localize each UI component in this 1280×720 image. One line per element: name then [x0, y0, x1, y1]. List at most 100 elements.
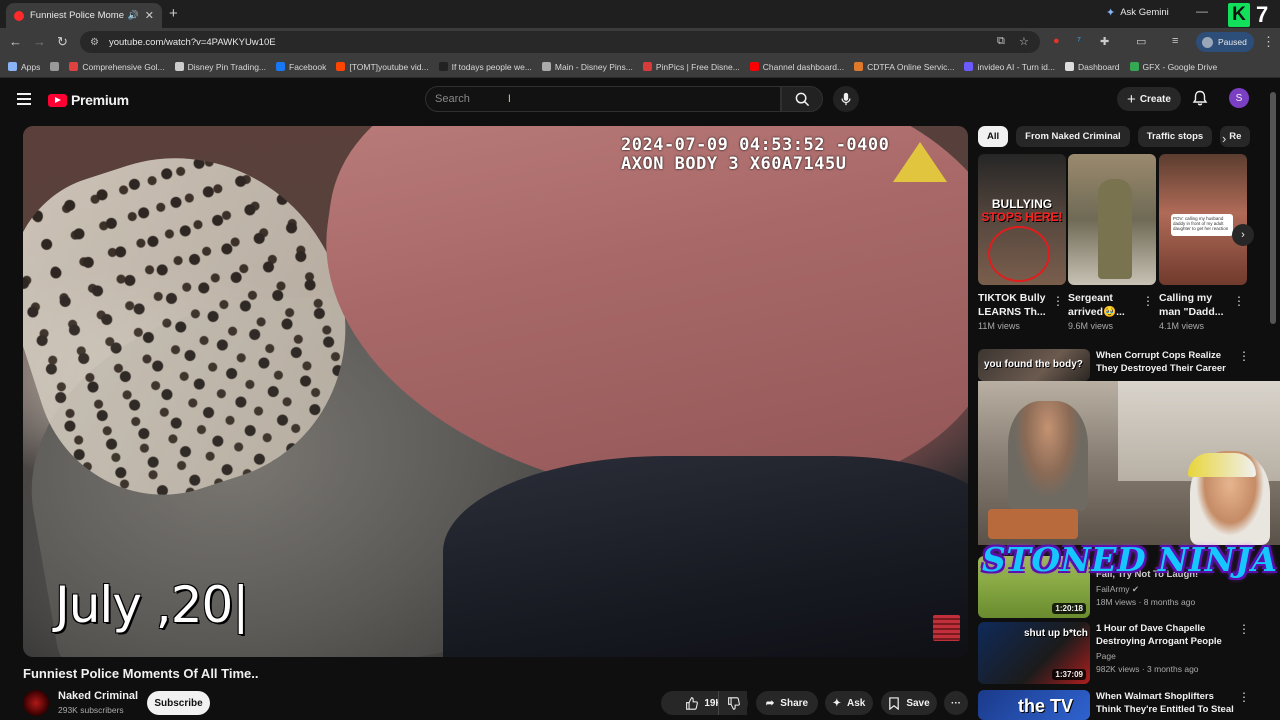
- bookmark-item[interactable]: CDTFA Online Servic...: [854, 62, 954, 72]
- bookmark-item[interactable]: Channel dashboard...: [749, 62, 844, 72]
- short-title[interactable]: Calling my man "Dadd...: [1159, 291, 1234, 319]
- short-menu-icon[interactable]: ⋮: [1052, 294, 1064, 308]
- short-title[interactable]: TIKTOK Bully LEARNS Th...: [978, 291, 1053, 319]
- rec-thumbnail[interactable]: the TV: [978, 690, 1090, 720]
- split-view-icon[interactable]: ▭: [1136, 35, 1146, 48]
- browser-tab-active[interactable]: Funniest Police Moments O 🔊 ✕: [6, 3, 162, 28]
- short-menu-icon[interactable]: ⋮: [1142, 294, 1154, 308]
- bookmark-label: If todays people we...: [451, 61, 532, 72]
- address-bar[interactable]: ⚙ youtube.com/watch?v=4PAWKYUw10E: [80, 31, 1040, 53]
- k7-logo: K 7: [1228, 2, 1280, 28]
- extensions-puzzle-icon[interactable]: ✚: [1100, 35, 1109, 48]
- subscribe-button[interactable]: Subscribe: [147, 691, 210, 715]
- media-control-icon[interactable]: ≡: [1172, 35, 1178, 47]
- install-app-icon[interactable]: ⧉: [997, 35, 1005, 48]
- rec-menu-icon[interactable]: ⋮: [1238, 622, 1250, 636]
- short-thumbnail[interactable]: BULLYING STOPS HERE!: [978, 154, 1066, 285]
- short-thumbnail[interactable]: POV: calling my husband daddy in front o…: [1159, 154, 1247, 285]
- chips-next-chevron-icon[interactable]: ›: [1222, 131, 1226, 146]
- speaker-icon[interactable]: 🔊: [128, 10, 139, 21]
- plus-icon: +: [1127, 90, 1136, 108]
- extension-blue-icon[interactable]: ⁷: [1077, 35, 1081, 47]
- short-title[interactable]: Sergeant arrived🥹...: [1068, 291, 1143, 319]
- rec-menu-icon[interactable]: ⋮: [1238, 349, 1250, 363]
- ask-gemini-button[interactable]: ✦ Ask Gemini: [1106, 6, 1169, 19]
- reload-icon[interactable]: ↻: [57, 34, 68, 50]
- bookmark-item[interactable]: [50, 62, 60, 71]
- bookmark-label: Disney Pin Trading...: [187, 61, 267, 72]
- site-info-icon[interactable]: ⚙: [90, 37, 99, 48]
- bookmark-favicon-icon: [174, 62, 184, 71]
- bookmark-item[interactable]: GFX - Google Drive: [1129, 61, 1218, 72]
- bookmark-item[interactable]: [TOMT]youtube vid...: [336, 62, 429, 72]
- recommendation-item[interactable]: shut up b*tch 1:37:09 1 Hour of Dave Cha…: [978, 622, 1268, 684]
- save-button[interactable]: Save: [881, 691, 937, 715]
- stoned-ninja-overlay-text: STONED NINJA: [982, 540, 1278, 579]
- short-item[interactable]: BULLYING STOPS HERE! TIKTOK Bully LEARNS…: [978, 154, 1066, 331]
- account-avatar[interactable]: S: [1229, 88, 1249, 108]
- more-actions-button[interactable]: ···: [944, 691, 968, 715]
- video-title: Funniest Police Moments Of All Time..: [23, 666, 259, 681]
- k7-logo-k: K: [1228, 3, 1250, 27]
- rec-title[interactable]: When Walmart Shoplifters Think They're E…: [1096, 690, 1236, 716]
- dislike-button[interactable]: [718, 691, 748, 715]
- rec-thumb-text: the TV: [1018, 696, 1074, 716]
- channel-name[interactable]: Naked Criminal: [58, 690, 138, 702]
- bookmark-item[interactable]: Comprehensive Gol...: [69, 62, 165, 72]
- short-item[interactable]: Sergeant arrived🥹... 9.6M views ⋮: [1068, 154, 1156, 331]
- bookmark-favicon-icon: [854, 62, 864, 71]
- rec-thumbnail[interactable]: you found the body?: [978, 349, 1090, 381]
- recommendation-item[interactable]: the TV When Walmart Shoplifters Think Th…: [978, 690, 1268, 720]
- filter-chip[interactable]: From Naked Criminal: [1016, 126, 1130, 147]
- voice-search-button[interactable]: [833, 86, 859, 112]
- rec-title[interactable]: When Corrupt Cops Realize They Destroyed…: [1096, 349, 1236, 375]
- rec-channel[interactable]: FailArmy ✔: [1096, 584, 1139, 595]
- profile-paused-button[interactable]: Paused: [1196, 32, 1254, 52]
- search-input[interactable]: Search I: [425, 86, 781, 112]
- new-tab-button[interactable]: +: [169, 5, 178, 22]
- hamburger-menu-icon[interactable]: [17, 93, 31, 105]
- short-thumb-note: POV: calling my husband daddy in front o…: [1171, 214, 1233, 236]
- browser-menu-icon[interactable]: ⋮: [1262, 34, 1275, 50]
- filter-chip[interactable]: All: [978, 126, 1009, 147]
- bookmark-item[interactable]: Dashboard: [1064, 62, 1120, 72]
- forward-arrow-icon[interactable]: →: [33, 34, 46, 49]
- video-player[interactable]: 2024-07-09 04:53:52 -0400 AXON BODY 3 X6…: [23, 126, 968, 657]
- filter-chip[interactable]: Traffic stops: [1137, 126, 1213, 147]
- channel-avatar[interactable]: [23, 690, 49, 716]
- recommendation-item[interactable]: you found the body? When Corrupt Cops Re…: [978, 349, 1268, 381]
- extension-red-icon[interactable]: ●: [1053, 35, 1060, 47]
- rec-menu-icon[interactable]: ⋮: [1238, 690, 1250, 704]
- bookmark-item[interactable]: Disney Pin Trading...: [174, 61, 267, 72]
- bookmark-item[interactable]: Apps: [8, 62, 40, 72]
- rec-channel[interactable]: Page: [1096, 651, 1116, 661]
- tab-close-icon[interactable]: ✕: [145, 9, 154, 22]
- ask-gemini-label: Ask Gemini: [1120, 7, 1169, 18]
- shorts-next-chevron-icon[interactable]: ›: [1232, 224, 1254, 246]
- short-menu-icon[interactable]: ⋮: [1233, 294, 1245, 308]
- short-thumbnail[interactable]: [1068, 154, 1156, 285]
- bookmark-item[interactable]: If todays people we...: [438, 61, 532, 72]
- ask-button[interactable]: ✦ Ask: [825, 691, 873, 715]
- create-button[interactable]: + Create: [1117, 87, 1181, 111]
- bookmark-item[interactable]: Main - Disney Pins...: [541, 62, 633, 72]
- bookmark-item[interactable]: invideo AI - Turn id...: [964, 62, 1055, 72]
- short-thumb-line2: STOPS HERE!: [981, 210, 1063, 224]
- bookmark-item[interactable]: Facebook: [276, 62, 326, 72]
- bookmark-star-icon[interactable]: ☆: [1019, 35, 1029, 48]
- bookmark-item[interactable]: PinPics | Free Disne...: [642, 62, 740, 72]
- rec-duration: 1:37:09: [1052, 669, 1086, 680]
- channel-watermark-icon[interactable]: [933, 615, 960, 641]
- short-item[interactable]: POV: calling my husband daddy in front o…: [1159, 154, 1247, 331]
- search-button[interactable]: [781, 86, 823, 112]
- page-scrollbar[interactable]: [1270, 92, 1276, 324]
- minimize-icon[interactable]: —: [1196, 4, 1208, 18]
- bodycam-datetime: 2024-07-09 04:53:52 -0400: [621, 135, 890, 155]
- youtube-premium-logo[interactable]: Premium: [48, 92, 129, 108]
- rec-thumbnail[interactable]: shut up b*tch 1:37:09: [978, 622, 1090, 684]
- back-arrow-icon[interactable]: ←: [9, 34, 22, 49]
- rec-title[interactable]: 1 Hour of Dave Chapelle Destroying Arrog…: [1096, 622, 1236, 648]
- share-button[interactable]: ➦ Share: [756, 691, 818, 715]
- notifications-bell-icon[interactable]: [1192, 90, 1208, 107]
- bookmark-label: GFX - Google Drive: [1142, 61, 1218, 72]
